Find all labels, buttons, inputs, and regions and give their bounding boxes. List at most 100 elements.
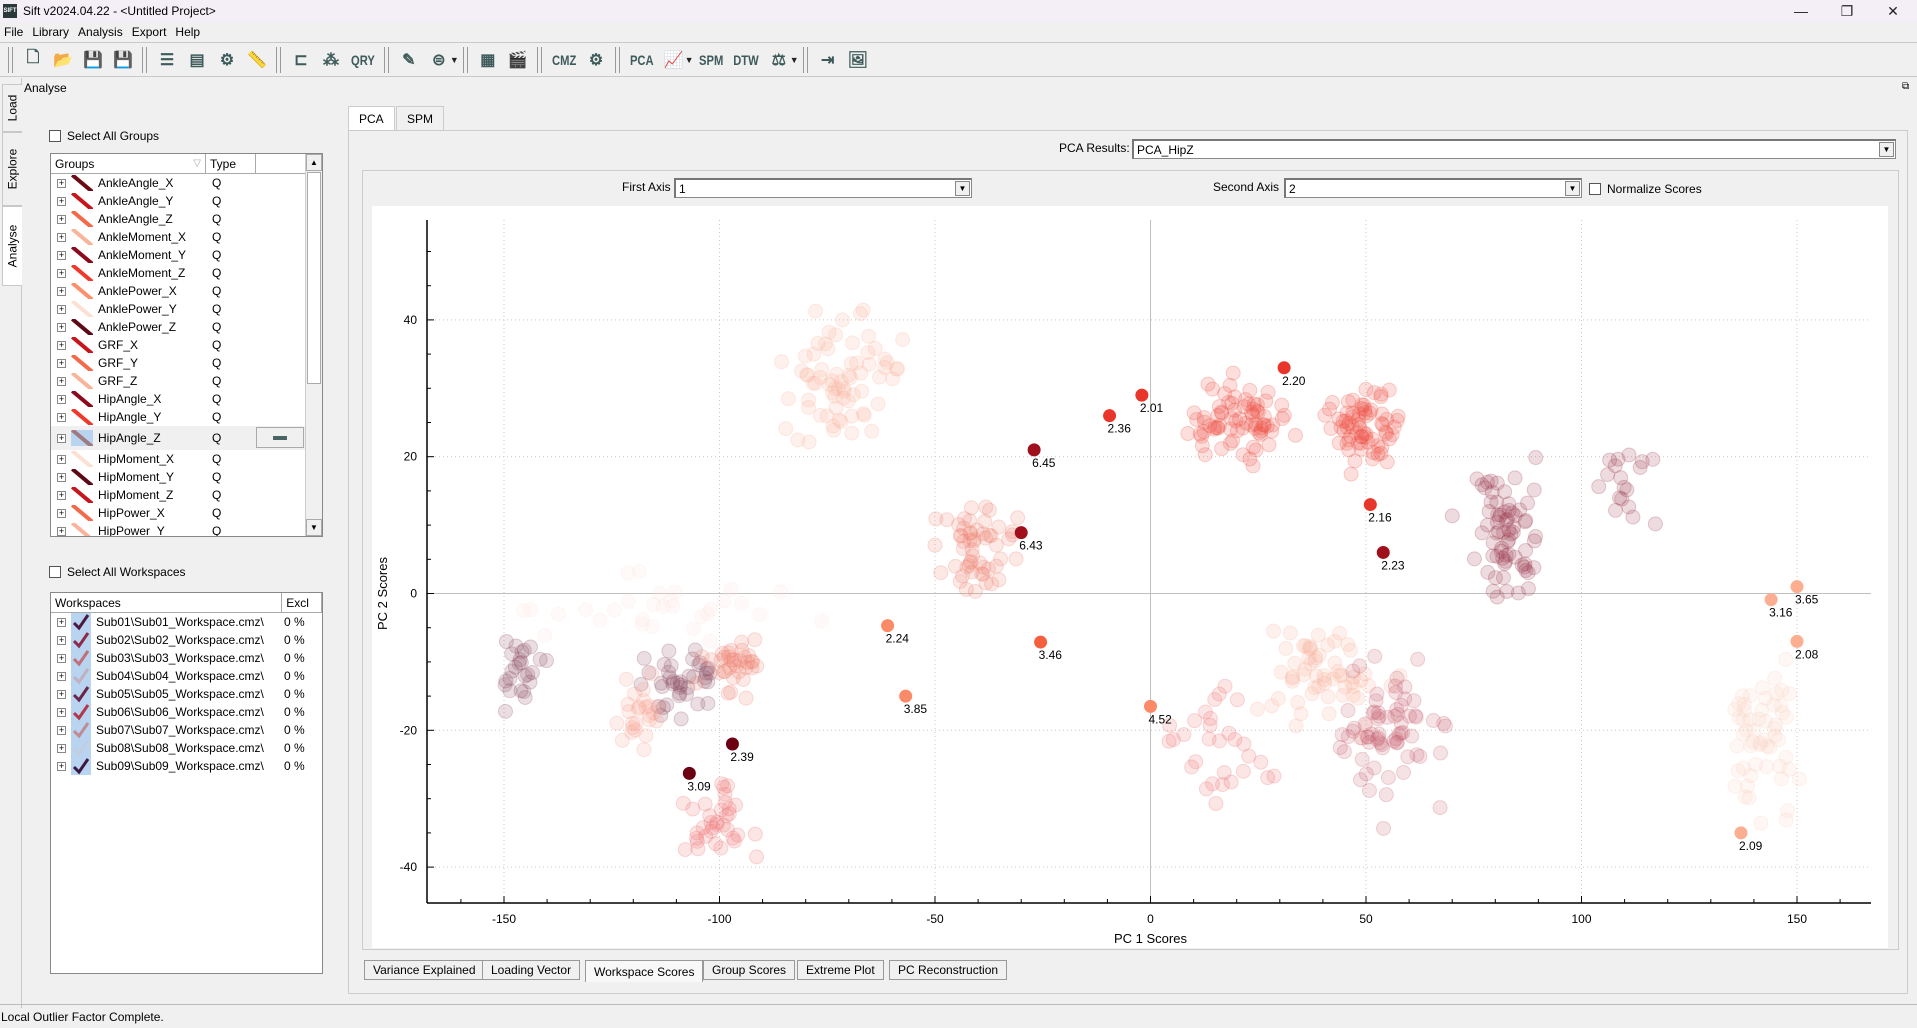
export-icon[interactable]: ⇥ [815,47,841,73]
workspace-check-icon[interactable] [71,703,91,721]
bottom-tab-group-scores[interactable]: Group Scores [703,960,796,980]
checkbox-box[interactable] [49,130,61,142]
scroll-thumb[interactable] [307,172,321,384]
group-row[interactable]: + AnkleMoment_X Q [51,228,322,246]
workspace-scores-plot[interactable]: 2.20 2.01 2.36 6.45 6.43 2.16 2.23 2.24 3.46 3.85… [372,206,1888,948]
menu-analysis[interactable]: Analysis [78,25,123,39]
expand-icon[interactable]: + [57,472,66,482]
groups-column-header[interactable]: Groups ▽ [51,154,206,173]
bottom-tab-loading-vector[interactable]: Loading Vector [482,960,581,980]
workspace-row[interactable]: + Sub04\Sub04_Workspace.cmz\ 0 % [51,667,322,685]
workspace-row[interactable]: + Sub08\Sub08_Workspace.cmz\ 0 % [51,739,322,757]
extra-column-header[interactable] [256,154,307,173]
tree-layout-icon[interactable]: ⊏ [288,47,314,73]
open-folder-icon[interactable]: 📂 [50,47,76,73]
expand-icon[interactable]: + [57,358,66,368]
expand-icon[interactable]: + [57,376,66,386]
expand-icon[interactable]: + [57,653,66,663]
workspace-check-icon[interactable] [71,631,91,649]
tab-pca[interactable]: PCA [348,106,395,130]
first-axis-dropdown[interactable]: 1 ▼ [674,178,972,198]
expand-icon[interactable]: + [57,250,66,260]
group-row[interactable]: + HipMoment_Z Q [51,486,322,504]
film-icon[interactable]: ▦ [475,47,501,73]
expand-icon[interactable]: + [57,433,66,443]
group-row[interactable]: + AnkleMoment_Y Q [51,246,322,264]
workspace-check-icon[interactable] [71,649,91,667]
group-row[interactable]: + GRF_X Q [51,336,322,354]
expand-icon[interactable]: + [57,394,66,404]
side-tab-load[interactable]: Load [2,84,22,132]
group-row[interactable]: + AnklePower_X Q [51,282,322,300]
line-chart-icon[interactable]: 📈 [661,47,687,73]
query-icon[interactable]: QRY [351,47,375,73]
save-as-icon[interactable]: 💾 [110,47,136,73]
expand-icon[interactable]: + [57,232,66,242]
scroll-up-icon[interactable]: ▲ [306,154,322,171]
pen-chart-icon[interactable]: ✎ [396,47,422,73]
maximize-button[interactable]: ❐ [1824,0,1870,22]
expand-icon[interactable]: + [57,689,66,699]
save-icon[interactable]: 💾 [80,47,106,73]
scatter-chart[interactable]: 2.20 2.01 2.36 6.45 6.43 2.16 2.23 2.24 3.46 3.85… [372,206,1888,948]
group-row[interactable]: + HipMoment_Y Q [51,468,322,486]
expand-icon[interactable]: + [57,490,66,500]
expand-icon[interactable]: + [57,304,66,314]
dropdown-caret-icon[interactable]: ▼ [685,55,694,65]
pca-icon[interactable]: PCA [630,47,654,73]
workspace-check-icon[interactable] [71,685,91,703]
expand-icon[interactable]: + [57,725,66,735]
expand-icon[interactable]: + [57,214,66,224]
hierarchy-icon[interactable]: ⁂ [318,47,344,73]
workspace-check-icon[interactable] [71,739,91,757]
minimize-button[interactable]: — [1778,0,1824,22]
workspace-row[interactable]: + Sub03\Sub03_Workspace.cmz\ 0 % [51,649,322,667]
bottom-tab-variance-explained[interactable]: Variance Explained [364,960,485,980]
groups-scrollbar[interactable]: ▲ ▼ [305,154,322,536]
new-file-icon[interactable]: 🗋 [20,47,46,73]
workspace-check-icon[interactable] [71,613,91,631]
workspace-check-icon[interactable] [71,721,91,739]
group-row[interactable]: + AnkleAngle_Y Q [51,192,322,210]
group-row[interactable]: + HipPower_Y Q [51,522,322,536]
undock-icon[interactable]: ⧉ [1902,81,1909,92]
workspace-row[interactable]: + Sub09\Sub09_Workspace.cmz\ 0 % [51,757,322,775]
group-row[interactable]: + GRF_Y Q [51,354,322,372]
group-row[interactable]: + AnklePower_Z Q [51,318,322,336]
side-tab-analyse[interactable]: Analyse [2,206,22,286]
clapperboard-icon[interactable]: 🎬 [505,47,531,73]
sliders-icon[interactable]: ☰ [154,47,180,73]
close-button[interactable]: ✕ [1870,0,1916,22]
normalize-scores-checkbox[interactable]: Normalize Scores [1589,182,1702,196]
expand-icon[interactable]: + [57,196,66,206]
checkbox-box[interactable] [1589,183,1601,195]
pca-results-dropdown[interactable]: PCA_HipZ ▼ [1132,139,1896,159]
workspace-check-icon[interactable] [71,667,91,685]
expand-icon[interactable]: + [57,286,66,296]
scroll-down-icon[interactable]: ▼ [306,519,322,536]
chevron-down-icon[interactable]: ▼ [955,181,970,196]
spm-icon[interactable]: SPM [699,47,723,73]
menu-help[interactable]: Help [175,25,200,39]
menu-library[interactable]: Library [32,25,69,39]
workspace-row[interactable]: + Sub06\Sub06_Workspace.cmz\ 0 % [51,703,322,721]
group-row[interactable]: + HipAngle_X Q [51,390,322,408]
bottom-tab-workspace-scores[interactable]: Workspace Scores [585,960,704,982]
bottom-tab-extreme-plot[interactable]: Extreme Plot [797,960,884,980]
expand-icon[interactable]: + [57,454,66,464]
select-all-workspaces-checkbox[interactable]: Select All Workspaces [49,565,186,579]
balance-icon[interactable]: ⚖ [766,47,792,73]
filter-icon[interactable]: ⊜ [426,47,452,73]
group-row[interactable]: + GRF_Z Q [51,372,322,390]
expand-icon[interactable]: + [57,707,66,717]
workspace-row[interactable]: + Sub02\Sub02_Workspace.cmz\ 0 % [51,631,322,649]
group-row[interactable]: + AnklePower_Y Q [51,300,322,318]
menu-file[interactable]: File [4,25,23,39]
group-row[interactable]: + AnkleMoment_Z Q [51,264,322,282]
expand-icon[interactable]: + [57,268,66,278]
chevron-down-icon[interactable]: ▼ [1879,142,1894,157]
side-tab-explore[interactable]: Explore [2,132,22,206]
chart-settings-icon[interactable]: ⚙ [214,47,240,73]
document-settings-icon[interactable]: ▤ [184,47,210,73]
workspace-row[interactable]: + Sub05\Sub05_Workspace.cmz\ 0 % [51,685,322,703]
